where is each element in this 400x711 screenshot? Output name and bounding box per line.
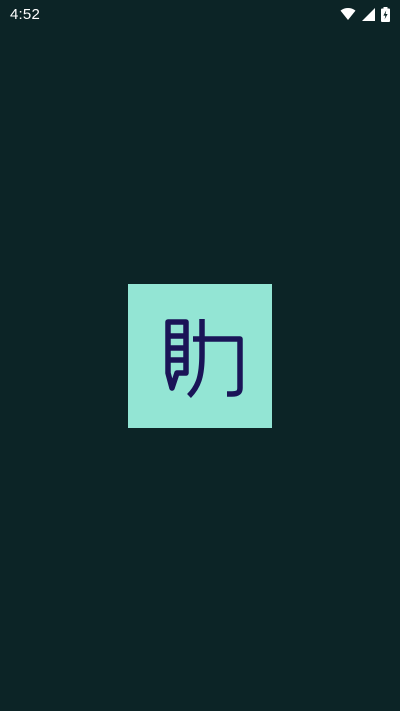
- cellular-signal-icon: [362, 7, 375, 21]
- app-logo-icon: [165, 319, 243, 398]
- wifi-icon: [340, 7, 356, 21]
- app-logo: [128, 284, 272, 428]
- status-time: 4:52: [10, 5, 40, 23]
- status-icons: [340, 6, 390, 22]
- splash-screen: 4:52: [0, 0, 400, 711]
- status-bar: 4:52: [0, 0, 400, 28]
- battery-charging-icon: [381, 6, 390, 22]
